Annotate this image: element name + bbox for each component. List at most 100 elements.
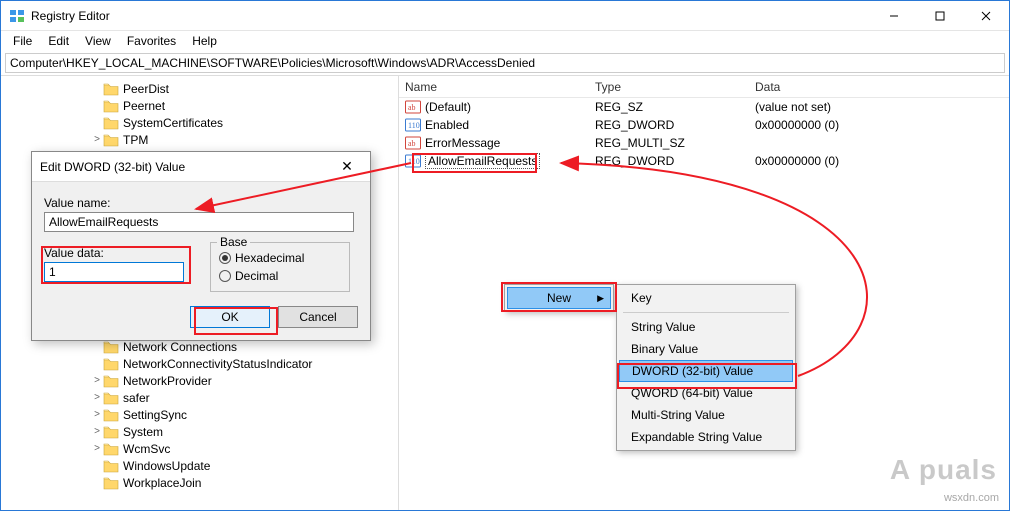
tree-label: NetworkConnectivityStatusIndicator (123, 357, 312, 371)
menu-file[interactable]: File (5, 32, 40, 50)
ctx-multistring[interactable]: Multi-String Value (619, 404, 793, 426)
value-data: 0x00000000 (0) (749, 154, 1009, 168)
regedit-icon (9, 8, 25, 24)
tree-item[interactable]: NetworkConnectivityStatusIndicator (1, 355, 398, 372)
menu-favorites[interactable]: Favorites (119, 32, 184, 50)
value-data-label: Value data: (44, 246, 204, 260)
radio-hex[interactable]: Hexadecimal (219, 251, 341, 265)
address-bar[interactable]: Computer\HKEY_LOCAL_MACHINE\SOFTWARE\Pol… (5, 53, 1005, 73)
radio-icon (219, 270, 231, 282)
folder-icon (103, 408, 119, 422)
value-name: ErrorMessage (425, 136, 500, 150)
edit-dword-dialog: Edit DWORD (32-bit) Value ✕ Value name: … (31, 151, 371, 341)
tree-label: PeerDist (123, 82, 169, 96)
list-row[interactable]: abErrorMessageREG_MULTI_SZ (399, 134, 1009, 152)
base-fieldset: Base Hexadecimal Decimal (210, 242, 350, 292)
tree-item[interactable]: > TPM (1, 131, 398, 148)
ctx-expandstring[interactable]: Expandable String Value (619, 426, 793, 448)
value-icon: ab (405, 100, 421, 114)
radio-icon (219, 252, 231, 264)
tree-label: Network Connections (123, 340, 237, 354)
ctx-key[interactable]: Key (619, 287, 793, 309)
folder-icon (103, 391, 119, 405)
expand-icon[interactable]: > (91, 392, 103, 403)
value-name: (Default) (425, 100, 471, 114)
ctx-dword32[interactable]: DWORD (32-bit) Value (619, 360, 793, 382)
value-name-input[interactable] (44, 212, 354, 232)
svg-text:110: 110 (408, 157, 420, 166)
value-name: AllowEmailRequests (425, 154, 540, 168)
expand-icon[interactable]: > (91, 426, 103, 437)
value-type: REG_SZ (589, 100, 749, 114)
dialog-close-button[interactable]: ✕ (332, 158, 362, 175)
value-data: (value not set) (749, 100, 1009, 114)
folder-icon (103, 476, 119, 490)
ok-button[interactable]: OK (190, 306, 270, 328)
tree-item[interactable]: > NetworkProvider (1, 372, 398, 389)
tree-item[interactable]: SystemCertificates (1, 114, 398, 131)
svg-text:ab: ab (408, 103, 416, 112)
tree-item[interactable]: WindowsUpdate (1, 457, 398, 474)
close-button[interactable] (963, 1, 1009, 31)
menu-edit[interactable]: Edit (40, 32, 77, 50)
base-legend: Base (217, 235, 250, 249)
watermark-site: wsxdn.com (944, 492, 999, 504)
col-data[interactable]: Data (749, 80, 1009, 94)
tree-label: WcmSvc (123, 442, 170, 456)
tree-item[interactable]: PeerDist (1, 80, 398, 97)
menu-bar: File Edit View Favorites Help (1, 31, 1009, 51)
tree-label: NetworkProvider (123, 374, 212, 388)
folder-icon (103, 99, 119, 113)
menu-help[interactable]: Help (184, 32, 225, 50)
radio-dec[interactable]: Decimal (219, 269, 341, 283)
folder-icon (103, 116, 119, 130)
watermark-brand: A puals (890, 454, 997, 486)
folder-icon (103, 133, 119, 147)
maximize-button[interactable] (917, 1, 963, 31)
expand-icon[interactable]: > (91, 134, 103, 145)
ctx-new[interactable]: New ▶ (507, 287, 611, 309)
tree-item[interactable]: > SettingSync (1, 406, 398, 423)
svg-text:ab: ab (408, 139, 416, 148)
ctx-binary[interactable]: Binary Value (619, 338, 793, 360)
tree-label: SystemCertificates (123, 116, 223, 130)
expand-icon[interactable]: > (91, 443, 103, 454)
context-menu-new-parent: New ▶ (504, 284, 614, 312)
list-row[interactable]: ab (Default) REG_SZ(value not set) (399, 98, 1009, 116)
folder-icon (103, 340, 119, 354)
col-type[interactable]: Type (589, 80, 749, 94)
context-submenu-new: Key String Value Binary Value DWORD (32-… (616, 284, 796, 451)
folder-icon (103, 442, 119, 456)
window-title: Registry Editor (31, 9, 110, 23)
tree-label: Peernet (123, 99, 165, 113)
col-name[interactable]: Name (399, 80, 589, 94)
tree-item[interactable]: > System (1, 423, 398, 440)
expand-icon[interactable]: > (91, 409, 103, 420)
expand-icon[interactable]: > (91, 375, 103, 386)
tree-item[interactable]: WorkplaceJoin (1, 474, 398, 491)
ctx-string[interactable]: String Value (619, 316, 793, 338)
minimize-button[interactable] (871, 1, 917, 31)
list-row[interactable]: 110 AllowEmailRequests REG_DWORD0x00000000… (399, 152, 1009, 170)
menu-view[interactable]: View (77, 32, 119, 50)
tree-label: SettingSync (123, 408, 187, 422)
tree-label: System (123, 425, 163, 439)
tree-label: WorkplaceJoin (123, 476, 201, 490)
folder-icon (103, 459, 119, 473)
value-type: REG_DWORD (589, 118, 749, 132)
list-header: Name Type Data (399, 76, 1009, 98)
ctx-separator (623, 312, 789, 313)
tree-label: TPM (123, 133, 148, 147)
tree-item[interactable]: > safer (1, 389, 398, 406)
tree-item[interactable]: > WcmSvc (1, 440, 398, 457)
value-icon: 110 (405, 118, 421, 132)
ctx-qword64[interactable]: QWORD (64-bit) Value (619, 382, 793, 404)
submenu-arrow-icon: ▶ (597, 293, 604, 304)
tree-item[interactable]: Peernet (1, 97, 398, 114)
value-icon: 110 (405, 154, 421, 168)
value-type: REG_DWORD (589, 154, 749, 168)
tree-label: safer (123, 391, 150, 405)
cancel-button[interactable]: Cancel (278, 306, 358, 328)
value-data-input[interactable] (44, 262, 184, 282)
list-row[interactable]: 110EnabledREG_DWORD0x00000000 (0) (399, 116, 1009, 134)
